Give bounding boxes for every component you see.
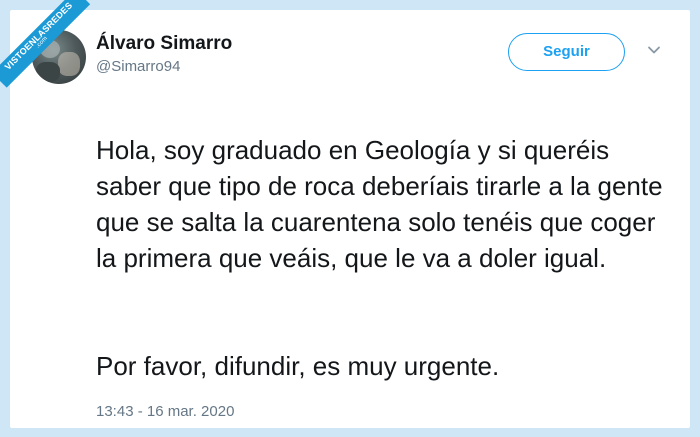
tweet-text-paragraph: Hola, soy graduado en Geología y si quer… bbox=[96, 135, 663, 273]
follow-button[interactable]: Seguir bbox=[508, 33, 625, 71]
tweet-text-paragraph: Por favor, difundir, es muy urgente. bbox=[96, 351, 500, 381]
display-name[interactable]: Álvaro Simarro bbox=[96, 33, 232, 55]
tweet-text: Hola, soy graduado en Geología y si quer… bbox=[96, 96, 676, 420]
user-handle[interactable]: @Simarro94 bbox=[96, 58, 180, 75]
avatar-shape bbox=[36, 62, 60, 82]
tweet-timestamp[interactable]: 13:43 - 16 mar. 2020 bbox=[96, 403, 234, 420]
avatar-shape bbox=[58, 52, 80, 76]
page-background: VISTOENLASREDES .com Álvaro Simarro @Sim… bbox=[0, 0, 700, 437]
chevron-down-icon[interactable] bbox=[646, 42, 662, 58]
